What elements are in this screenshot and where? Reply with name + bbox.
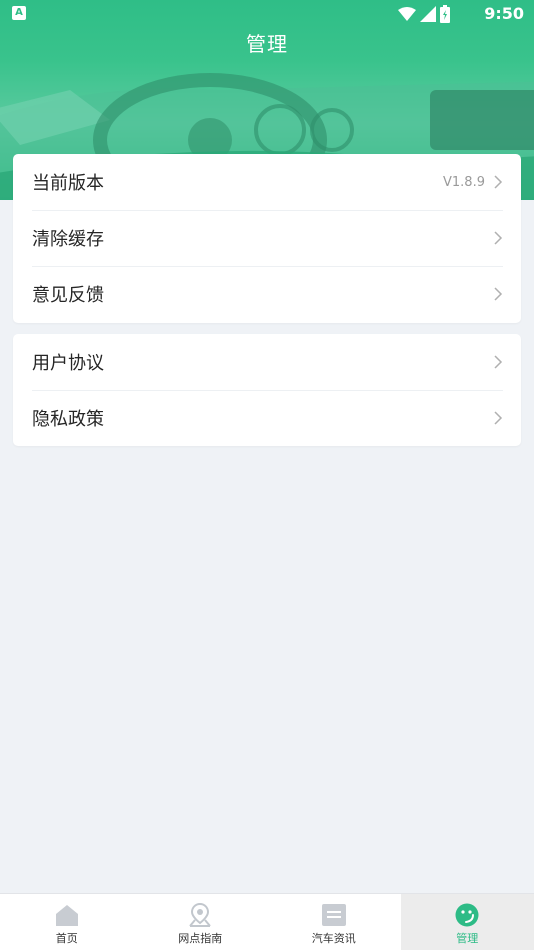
chevron-right-icon: [494, 287, 503, 301]
row-feedback[interactable]: 意见反馈: [13, 266, 521, 322]
nav-label: 汽车资讯: [311, 932, 356, 945]
row-user-agreement[interactable]: 用户协议: [13, 334, 521, 390]
row-privacy-policy[interactable]: 隐私政策: [13, 390, 521, 446]
smile-icon: [455, 903, 479, 927]
chevron-right-icon: [494, 175, 503, 189]
settings-card-general: 当前版本 V1.8.9 清除缓存 意见反馈: [13, 154, 521, 323]
status-time: 9:50: [484, 4, 524, 23]
row-label: 意见反馈: [32, 285, 104, 306]
chevron-right-icon: [494, 355, 503, 369]
page-title: 管理: [246, 32, 288, 56]
bottom-nav: 首页 网点指南 汽车资讯 管理: [0, 893, 534, 950]
chevron-right-icon: [494, 231, 503, 245]
nav-item-manage[interactable]: 管理: [400, 894, 534, 950]
row-label: 用户协议: [32, 353, 104, 374]
nav-label: 网点指南: [178, 932, 223, 945]
row-current-version[interactable]: 当前版本 V1.8.9: [13, 154, 521, 210]
home-icon: [55, 905, 78, 926]
nav-item-home[interactable]: 首页: [0, 894, 134, 950]
notification-icon: A: [12, 6, 26, 20]
nav-item-car-news[interactable]: 汽车资讯: [267, 894, 401, 950]
status-bar: A 9:50: [0, 0, 534, 28]
status-icons: [398, 5, 450, 23]
nav-label: 管理: [456, 932, 479, 945]
signal-icon: [420, 6, 436, 22]
version-value: V1.8.9: [443, 174, 485, 190]
news-icon: [321, 904, 346, 926]
battery-icon: [440, 5, 450, 23]
row-label: 隐私政策: [32, 409, 104, 430]
row-clear-cache[interactable]: 清除缓存: [13, 210, 521, 266]
chevron-right-icon: [494, 411, 503, 425]
wifi-icon: [398, 7, 416, 21]
row-label: 清除缓存: [32, 229, 104, 250]
settings-card-legal: 用户协议 隐私政策: [13, 334, 521, 446]
nav-label: 首页: [55, 932, 78, 945]
row-label: 当前版本: [32, 173, 104, 194]
map-pin-icon: [189, 903, 212, 927]
nav-item-outlets[interactable]: 网点指南: [134, 894, 268, 950]
